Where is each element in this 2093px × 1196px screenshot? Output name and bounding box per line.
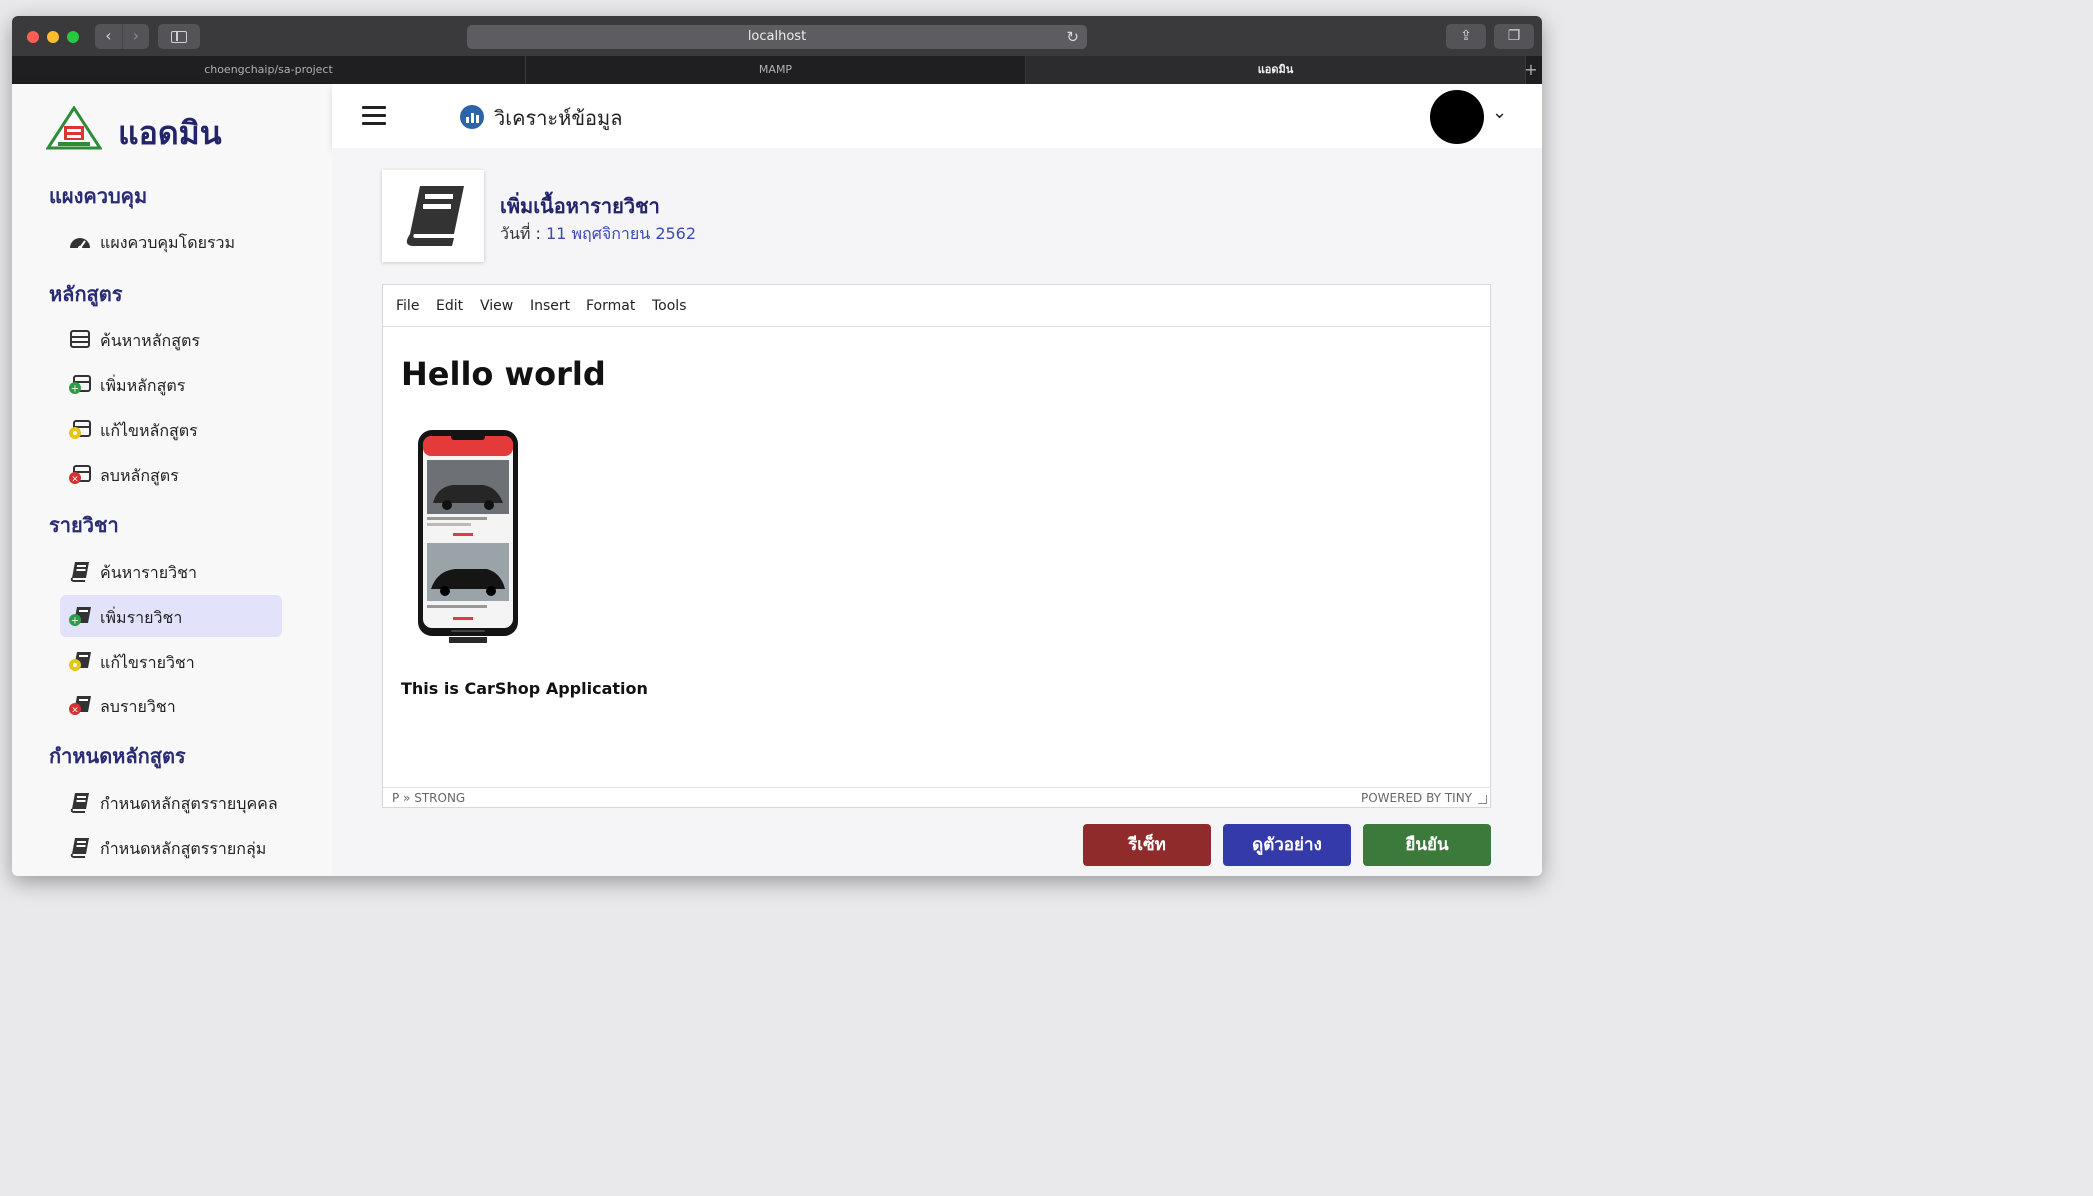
- browser-tab[interactable]: choengchaip/sa-project: [12, 56, 526, 84]
- brand-title: แอดมิน: [118, 114, 222, 152]
- svg-text:+: +: [71, 384, 79, 395]
- curriculum-add-icon: +: [69, 375, 91, 395]
- sidebar-toggle-button[interactable]: [158, 24, 200, 49]
- phone-screenshot-image[interactable]: [417, 429, 519, 645]
- section-title-dashboard: แผงควบคุม: [49, 184, 148, 208]
- editor-menu-edit[interactable]: Edit: [436, 298, 463, 314]
- sidebar-item-label: ลบรายวิชา: [100, 697, 176, 716]
- sidebar-item-edit-curriculum[interactable]: แก้ไขหลักสูตร: [60, 408, 282, 450]
- sidebar-item-dashboard-overview[interactable]: แผงควบคุมโดยรวม: [60, 220, 282, 262]
- browser-tabbar: choengchaip/sa-project MAMP แอดมิน +: [12, 56, 1542, 84]
- section-title-subjects: รายวิชา: [49, 513, 119, 537]
- sidebar-item-label: แก้ไขรายวิชา: [100, 653, 195, 672]
- sidebar-item-edit-subject[interactable]: แก้ไขรายวิชา: [60, 640, 282, 682]
- browser-tab[interactable]: MAMP: [526, 56, 1026, 84]
- hamburger-menu-icon[interactable]: [362, 106, 386, 126]
- editor-menu-format[interactable]: Format: [586, 298, 635, 314]
- editor-menu-insert[interactable]: Insert: [530, 298, 570, 314]
- editor-menu-view[interactable]: View: [480, 298, 513, 314]
- sidebar-item-add-curriculum[interactable]: + เพิ่มหลักสูตร: [60, 363, 282, 405]
- book-add-icon: +: [69, 607, 91, 627]
- avatar[interactable]: [1430, 90, 1484, 144]
- sidebar-item-assign-individual[interactable]: กำหนดหลักสูตรรายบุคคล: [60, 781, 282, 823]
- browser-tab-active[interactable]: แอดมิน: [1026, 56, 1526, 84]
- sidebar-item-add-subject[interactable]: + เพิ่มรายวิชา: [60, 595, 282, 637]
- confirm-button[interactable]: ยืนยัน: [1363, 824, 1491, 866]
- date-label: วันที่ :: [500, 224, 547, 243]
- curriculum-list-icon: [70, 330, 90, 348]
- sidebar-item-label: แก้ไขหลักสูตร: [100, 421, 198, 440]
- svg-text:×: ×: [71, 706, 79, 716]
- sidebar-item-label: ลบหลักสูตร: [100, 466, 179, 485]
- show-tabs-button[interactable]: ❐: [1494, 24, 1534, 49]
- zoom-window-button[interactable]: [67, 31, 79, 43]
- book-icon: [406, 186, 464, 246]
- book-icon: [70, 562, 89, 582]
- editor-menu-tools[interactable]: Tools: [652, 298, 687, 314]
- editor-statusbar: P » STRONG POWERED BY TINY: [383, 787, 1490, 808]
- logo-icon: [46, 106, 102, 150]
- book-edit-icon: [69, 652, 91, 671]
- sidebar-item-delete-curriculum[interactable]: × ลบหลักสูตร: [60, 453, 282, 495]
- forward-icon[interactable]: ›: [122, 24, 149, 49]
- svg-text:+: +: [71, 616, 79, 627]
- curriculum-edit-icon: [69, 420, 91, 439]
- share-button[interactable]: ⇪: [1446, 24, 1486, 49]
- rich-text-editor: File Edit View Insert Format Tools Hello…: [382, 284, 1491, 808]
- form-title: เพิ่มเนื้อหารายวิชา: [500, 194, 660, 218]
- sidebar-icon: [171, 31, 187, 43]
- page-title: วิเคราะห์ข้อมูล: [494, 106, 623, 130]
- editor-menu-file[interactable]: File: [396, 298, 419, 314]
- analytics-icon: [460, 105, 484, 129]
- tabs-icon: ❐: [1507, 28, 1521, 44]
- url-text: localhost: [747, 29, 807, 44]
- close-window-button[interactable]: [27, 31, 39, 43]
- preview-button[interactable]: ดูตัวอย่าง: [1223, 824, 1351, 866]
- book-icon: [70, 793, 89, 813]
- book-delete-icon: ×: [69, 696, 91, 716]
- curriculum-delete-icon: ×: [69, 465, 91, 485]
- new-tab-icon[interactable]: +: [1520, 56, 1542, 84]
- content-paragraph: This is CarShop Application: [401, 679, 648, 698]
- reset-button[interactable]: รีเซ็ท: [1083, 824, 1211, 866]
- section-title-assign-curriculum: กำหนดหลักสูตร: [49, 744, 186, 768]
- book-icon: [70, 838, 89, 858]
- sidebar-item-search-curriculum[interactable]: ค้นหาหลักสูตร: [60, 318, 282, 360]
- resize-handle-icon[interactable]: [1478, 795, 1487, 804]
- sidebar-item-label: กำหนดหลักสูตรรายกลุ่ม: [100, 839, 267, 858]
- svg-text:×: ×: [71, 475, 79, 485]
- sidebar: แอดมิน แผงควบคุม แผงควบคุมโดยรวม หลักสูต…: [12, 84, 332, 876]
- main-content: เพิ่มเนื้อหารายวิชา วันที่ : 11 พฤศจิกาย…: [332, 148, 1542, 876]
- sidebar-item-label: ค้นหาหลักสูตร: [100, 331, 200, 350]
- top-navbar: วิเคราะห์ข้อมูล ⌄: [332, 84, 1542, 148]
- sidebar-item-label: ค้นหารายวิชา: [100, 563, 197, 582]
- editor-content-area[interactable]: Hello world This is CarShop Application: [383, 327, 1490, 787]
- sidebar-item-label: เพิ่มหลักสูตร: [100, 376, 186, 395]
- dashboard-icon: [70, 238, 90, 251]
- address-bar[interactable]: localhost ↻: [467, 25, 1087, 49]
- sidebar-item-search-subject[interactable]: ค้นหารายวิชา: [60, 550, 282, 592]
- reload-icon[interactable]: ↻: [1066, 25, 1079, 49]
- section-title-curriculum: หลักสูตร: [49, 282, 123, 306]
- sidebar-item-label: เพิ่มรายวิชา: [100, 608, 183, 627]
- share-icon: ⇪: [1460, 28, 1472, 44]
- powered-by-link[interactable]: POWERED BY TINY: [1361, 791, 1472, 805]
- page-header-icon-card: [382, 170, 484, 262]
- chevron-down-icon[interactable]: ⌄: [1492, 102, 1507, 123]
- browser-titlebar: ‹ › localhost ↻ ⇪ ❐: [12, 16, 1542, 56]
- sidebar-item-label: กำหนดหลักสูตรรายบุคคล: [100, 794, 278, 813]
- content-heading: Hello world: [401, 355, 606, 393]
- browser-window: ‹ › localhost ↻ ⇪ ❐ choengchaip/sa-proje…: [12, 16, 1542, 876]
- history-nav: ‹ ›: [95, 24, 149, 49]
- editor-menubar: File Edit View Insert Format Tools: [383, 285, 1490, 327]
- sidebar-item-delete-subject[interactable]: × ลบรายวิชา: [60, 684, 282, 726]
- date-line: วันที่ : 11 พฤศจิกายน 2562: [500, 222, 696, 247]
- sidebar-item-label: แผงควบคุมโดยรวม: [100, 233, 236, 252]
- minimize-window-button[interactable]: [47, 31, 59, 43]
- element-path[interactable]: P » STRONG: [392, 791, 465, 805]
- back-icon[interactable]: ‹: [95, 24, 122, 49]
- sidebar-item-assign-group[interactable]: กำหนดหลักสูตรรายกลุ่ม: [60, 826, 282, 868]
- date-value: 11 พฤศจิกายน 2562: [546, 224, 697, 243]
